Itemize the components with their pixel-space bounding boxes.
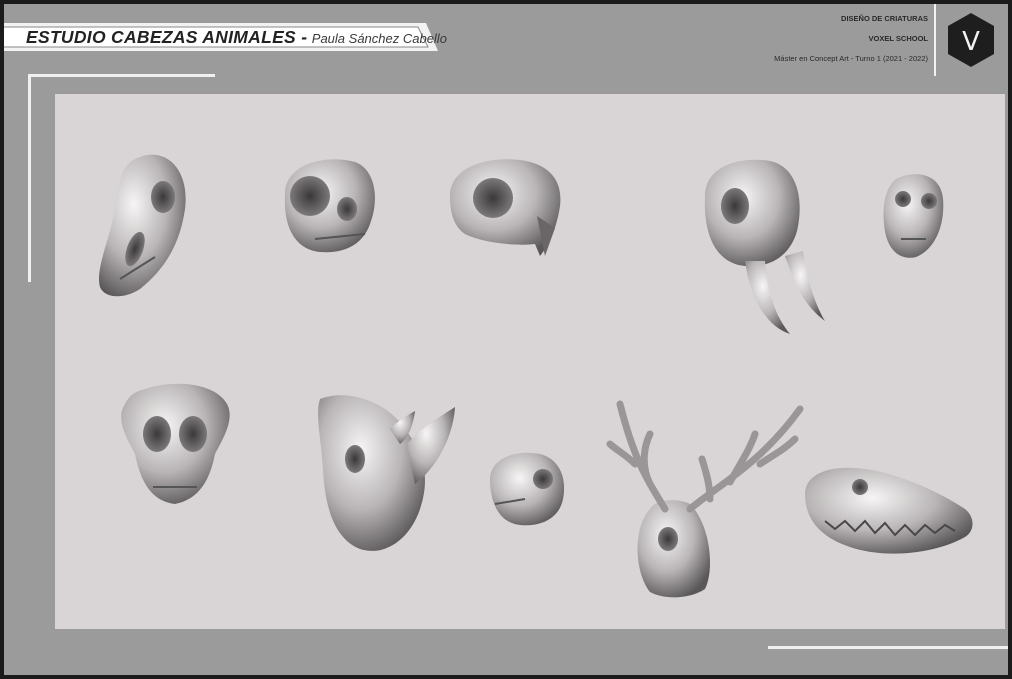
header-divider <box>934 4 936 76</box>
program-label: Máster en Concept Art - Turno 1 (2021 - … <box>774 54 928 63</box>
elephant-skull <box>704 159 825 334</box>
author-name: Paula Sánchez Cabello <box>311 31 447 46</box>
big-cat-skull <box>121 383 230 504</box>
horse-skull <box>98 154 186 297</box>
cat-skull <box>284 159 375 253</box>
deco-line-bottom <box>768 646 1008 649</box>
title-text: ESTUDIO CABEZAS ANIMALES - <box>26 27 308 47</box>
course-label: DISEÑO DE CRIATURAS <box>841 14 928 23</box>
artboard: ESTUDIO CABEZAS ANIMALES - Paula Sánchez… <box>4 4 1008 675</box>
logo-letter: V <box>962 27 980 57</box>
rodent-skull <box>490 452 565 526</box>
rhinoceros-skull <box>318 395 455 551</box>
deco-line-top <box>28 74 215 77</box>
skull-study-canvas <box>55 94 1005 629</box>
header-info: DISEÑO DE CRIATURAS VOXEL SCHOOL Máster … <box>774 14 928 74</box>
small-mammal-skull <box>883 174 944 258</box>
school-label: VOXEL SCHOOL <box>868 34 928 43</box>
page-title: ESTUDIO CABEZAS ANIMALES - Paula Sánchez… <box>26 25 447 49</box>
deco-line-left <box>28 74 31 282</box>
crocodile-skull <box>805 467 973 554</box>
skull-illustrations <box>98 154 973 598</box>
bird-of-prey-skull <box>450 159 561 256</box>
voxel-logo: V <box>947 12 995 68</box>
deer-skull <box>606 400 804 598</box>
